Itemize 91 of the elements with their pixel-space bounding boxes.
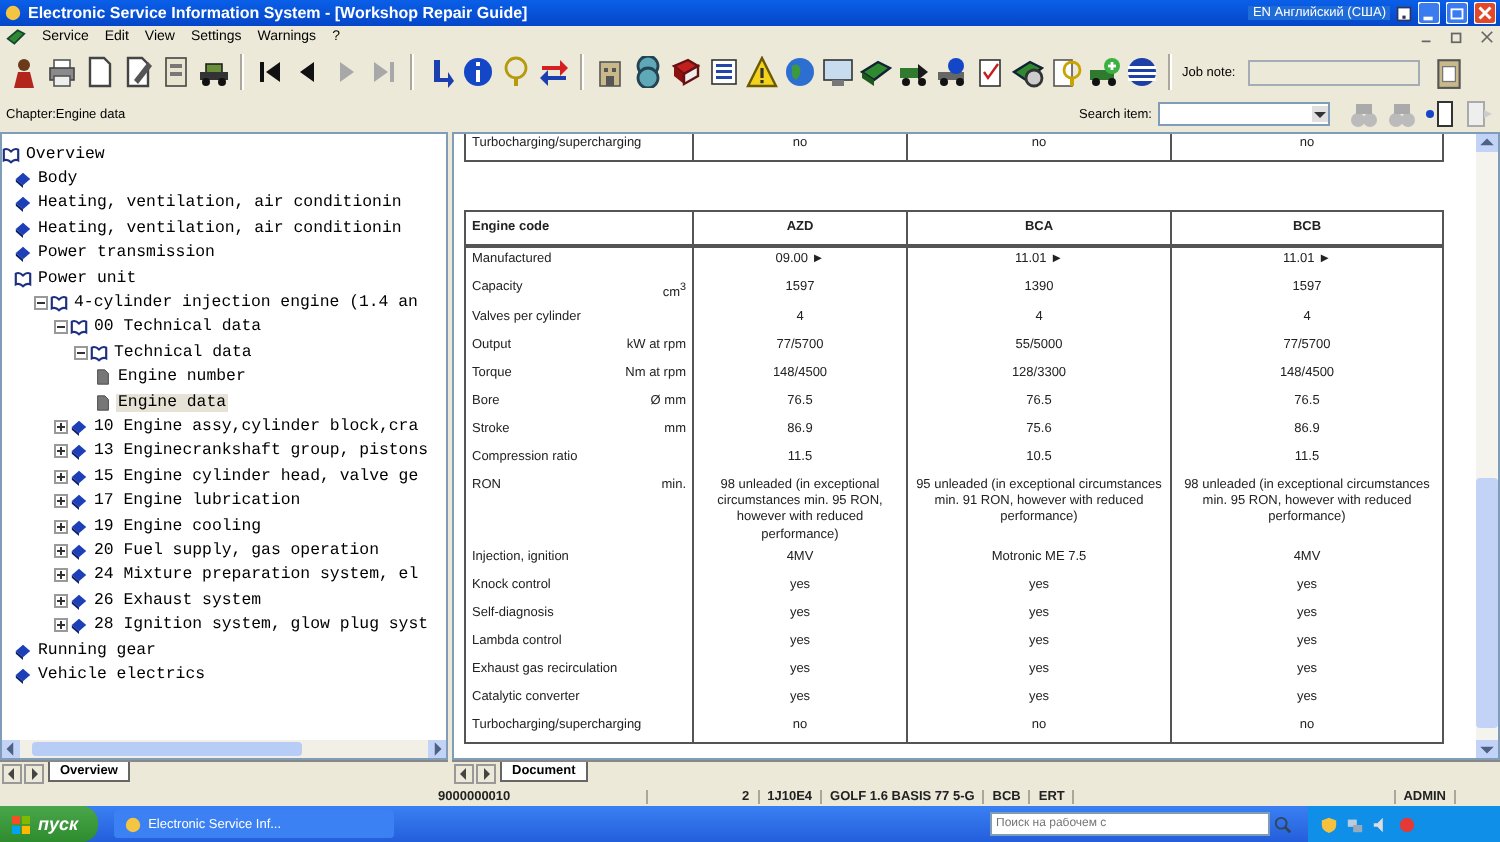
book-icon[interactable] [670, 56, 702, 88]
expand-icon[interactable] [54, 444, 68, 459]
swap-arrows-icon[interactable] [538, 56, 570, 88]
tab-left-icon[interactable] [454, 764, 474, 784]
expand-icon[interactable] [54, 593, 68, 608]
collapse-icon[interactable] [34, 296, 48, 311]
document-arrow-icon[interactable] [1424, 98, 1456, 130]
tree-item[interactable]: 20 Fuel supply, gas operation [92, 541, 381, 560]
checklist-icon[interactable] [974, 56, 1006, 88]
scrollbar-thumb[interactable] [1476, 478, 1498, 728]
page-icon[interactable] [84, 56, 116, 88]
expand-icon[interactable] [54, 494, 68, 509]
tree-item[interactable]: Engine data [116, 393, 229, 412]
tab-right-icon[interactable] [476, 764, 496, 784]
tree-item[interactable]: Heating, ventilation, air conditionin [36, 194, 404, 213]
tree-item[interactable]: Engine number [116, 368, 248, 387]
tree-item[interactable]: 28 Ignition system, glow plug syst [92, 616, 431, 635]
book-icon [70, 517, 88, 536]
book-icon [14, 219, 32, 238]
scroll-left-icon[interactable] [2, 740, 20, 758]
book-icon [70, 442, 88, 461]
clipboard-icon[interactable] [1431, 55, 1466, 89]
expand-icon[interactable] [54, 543, 68, 558]
person-icon[interactable] [8, 56, 40, 88]
tree-item[interactable]: 26 Exhaust system [92, 591, 264, 610]
book-icon [70, 417, 88, 436]
expand-icon[interactable] [54, 419, 68, 434]
restore-icon[interactable] [1450, 30, 1464, 44]
collapse-icon[interactable] [74, 345, 88, 360]
app-icon [4, 4, 22, 22]
scroll-right-icon[interactable] [428, 740, 446, 758]
tab-right-icon[interactable] [24, 764, 44, 784]
car-plus-icon[interactable] [1088, 56, 1120, 88]
book-icon [70, 467, 88, 486]
list-icon[interactable] [708, 56, 740, 88]
building-icon[interactable] [594, 56, 626, 88]
tree-item[interactable]: Power transmission [36, 244, 217, 263]
book-icon [14, 170, 32, 189]
search-field[interactable] [1158, 102, 1330, 126]
tree-item[interactable]: 24 Mixture preparation system, el [92, 566, 421, 585]
start-button[interactable]: пуск [0, 806, 99, 842]
book-icon [70, 566, 88, 585]
tab-left-icon[interactable] [2, 764, 22, 784]
document-icon[interactable] [160, 56, 192, 88]
printer-icon[interactable] [46, 56, 78, 88]
scroll-up-icon[interactable] [1476, 134, 1498, 152]
tree-item[interactable]: Technical data [112, 343, 254, 362]
striped-disc-icon[interactable] [1126, 56, 1158, 88]
book-icon [14, 244, 32, 263]
window-title: Electronic Service Information System - [Workshop Repair Guide] [28, 4, 528, 22]
book-icon [70, 616, 88, 635]
expand-icon[interactable] [54, 568, 68, 583]
tree-item[interactable]: 4-cylinder injection engine (1.4 an [72, 294, 420, 313]
tree-item[interactable]: 15 Engine cylinder head, valve ge [92, 467, 421, 486]
collapse-icon[interactable] [54, 320, 68, 335]
app-icon [124, 815, 143, 833]
car-info-icon[interactable] [936, 56, 968, 88]
edit-page-icon[interactable] [122, 56, 154, 88]
tree-item[interactable]: Vehicle electrics [36, 665, 208, 684]
minimize-icon[interactable] [1418, 2, 1440, 24]
tree-item[interactable]: 19 Engine cooling [92, 517, 264, 536]
expand-icon[interactable] [54, 519, 68, 534]
globe-icon[interactable] [784, 56, 816, 88]
disc-stack-icon[interactable] [632, 56, 664, 88]
tree-item[interactable]: Overview [24, 145, 107, 164]
tree-item[interactable]: Power unit [36, 269, 139, 288]
expand-icon[interactable] [54, 618, 68, 633]
tree-item[interactable]: Heating, ventilation, air conditionin [36, 219, 404, 238]
tree-item[interactable]: Body [36, 170, 80, 189]
warning-icon[interactable] [746, 56, 778, 88]
expand-icon[interactable] [54, 469, 68, 484]
first-icon[interactable] [254, 56, 286, 88]
caret-icon[interactable] [1312, 106, 1328, 122]
tree-item[interactable]: 17 Engine lubrication [92, 492, 303, 511]
scrollbar-thumb[interactable] [32, 742, 302, 756]
tree-item[interactable]: Running gear [36, 641, 158, 659]
scroll-down-icon[interactable] [1476, 740, 1498, 758]
close-icon[interactable] [1480, 30, 1494, 44]
book-icon [14, 641, 32, 659]
tree-item[interactable]: 00 Technical data [92, 318, 264, 337]
book-icon [14, 194, 32, 213]
book-icon [70, 541, 88, 560]
book-icon [14, 665, 32, 684]
book-icon [70, 492, 88, 511]
tree-item[interactable]: 10 Engine assy,cylinder block,cra [92, 417, 421, 436]
windows-flag-icon [12, 815, 30, 833]
tree-item[interactable]: 13 Enginecrankshaft group, pistons [92, 442, 431, 461]
book-icon [70, 591, 88, 610]
monitor-icon[interactable] [822, 56, 854, 88]
info-icon[interactable] [462, 56, 494, 88]
book-icon[interactable] [860, 56, 892, 88]
